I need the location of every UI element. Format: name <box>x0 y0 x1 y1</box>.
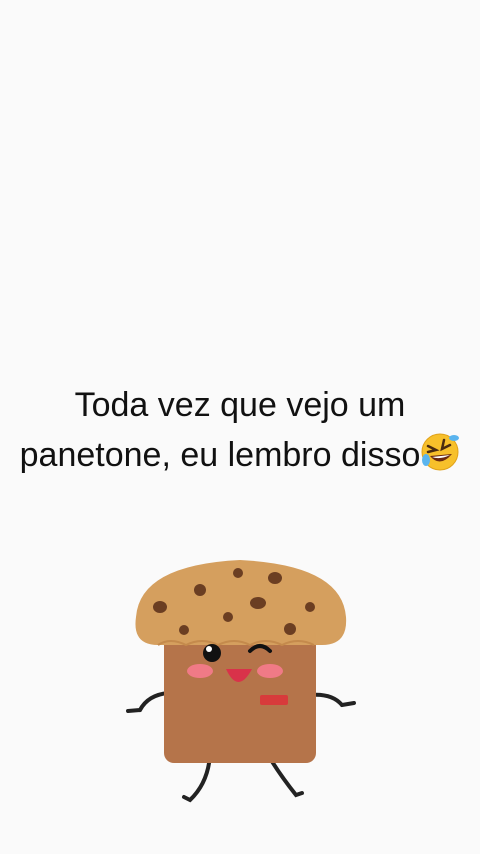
left-arm <box>126 691 170 713</box>
meme-caption: Toda vez que vejo um panetone, eu lembro… <box>0 380 480 480</box>
right-cheek <box>257 664 283 678</box>
left-cheek <box>187 664 213 678</box>
panettone-body <box>164 633 316 763</box>
caption-line-1: Toda vez que vejo um <box>74 386 406 424</box>
right-arm <box>308 692 356 707</box>
brand-label <box>260 695 288 705</box>
laughing-emoji-icon <box>421 433 460 471</box>
caption-line-2: panetone, eu lembro disso <box>19 436 421 474</box>
caption-line-2-wrap: panetone, eu lembro disso <box>0 430 480 480</box>
left-eye <box>203 644 221 662</box>
panettone-mascot <box>126 560 356 803</box>
